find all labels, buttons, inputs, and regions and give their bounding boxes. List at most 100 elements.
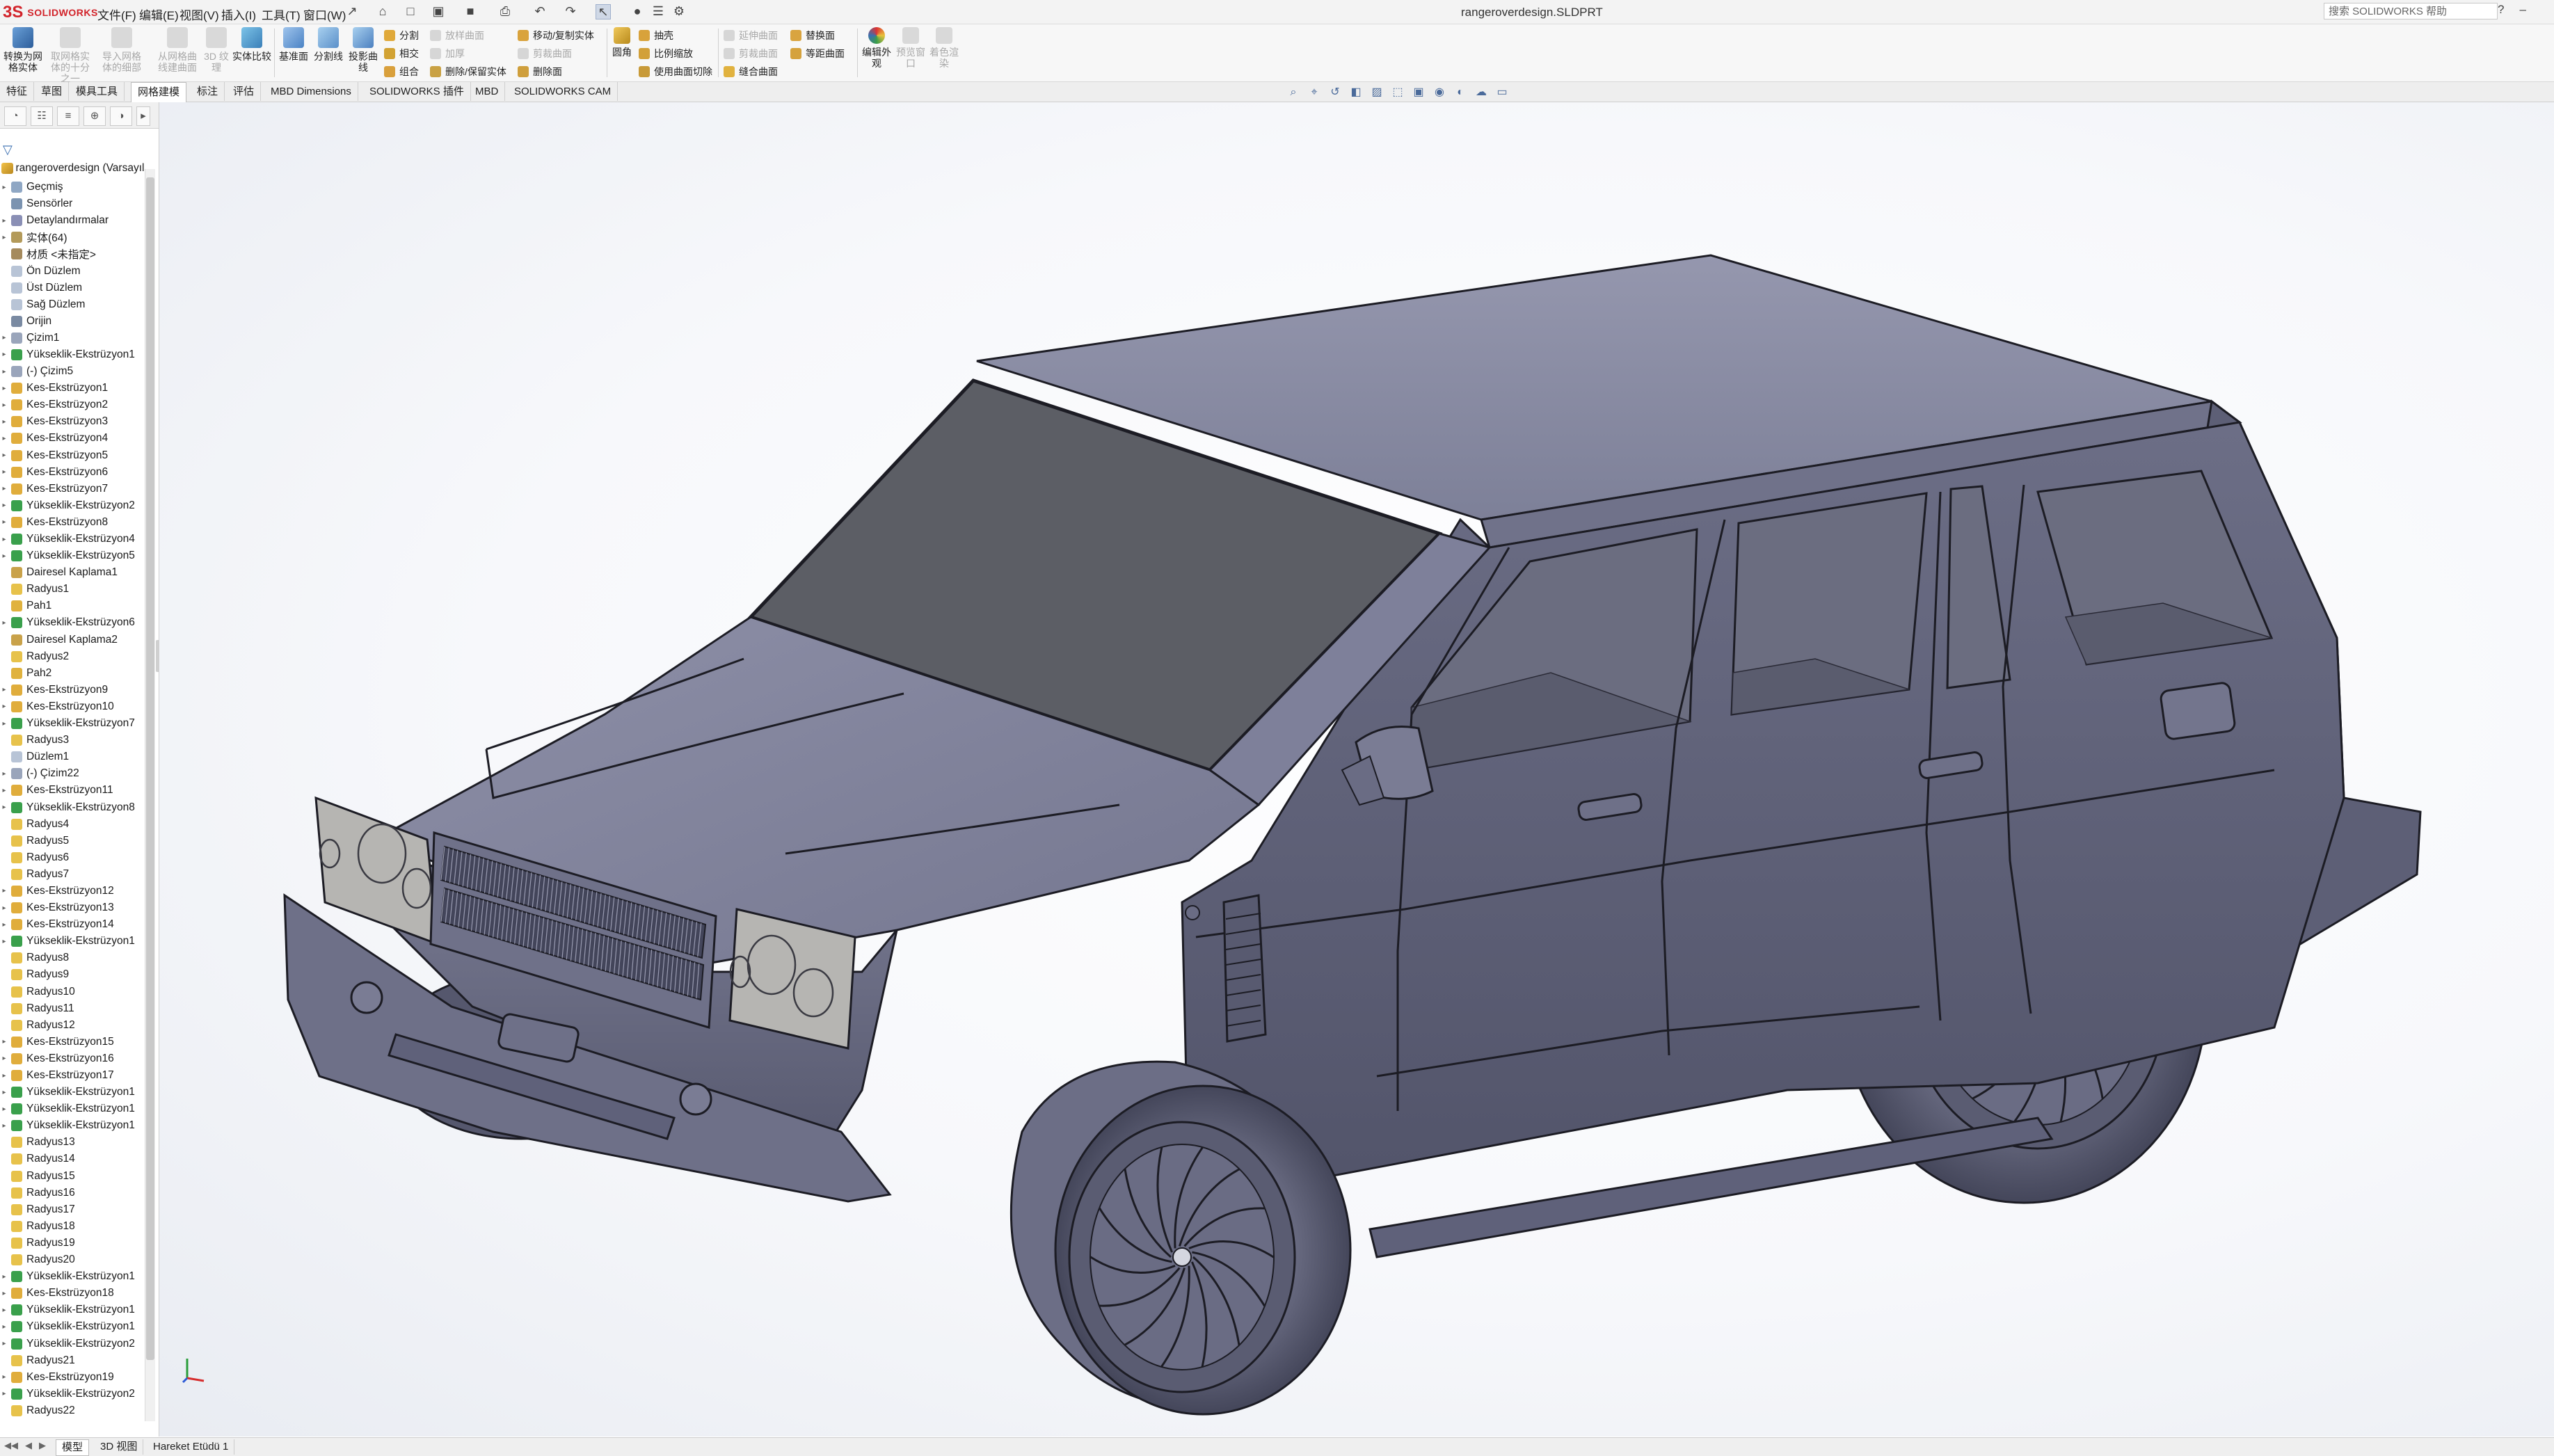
tree-node[interactable]: Radyus1 <box>0 581 147 598</box>
apply-scene-icon[interactable]: ☁ <box>1475 86 1487 99</box>
loft-surface-button[interactable]: 放样曲面 <box>430 29 484 42</box>
offset-surface-button[interactable]: 等距曲面 <box>790 47 845 61</box>
expand-arrow-icon[interactable]: ▸ <box>0 1122 8 1130</box>
tree-node[interactable]: ▸ 实体(64) <box>0 229 147 246</box>
tree-node[interactable]: Pah2 <box>0 665 147 682</box>
expand-arrow-icon[interactable]: ▸ <box>0 1290 8 1297</box>
print-icon[interactable]: ⎙ <box>498 4 512 18</box>
menu-edit[interactable]: 编辑(E) <box>139 6 179 23</box>
render-button[interactable]: 着色渲染 <box>928 27 960 69</box>
tree-node[interactable]: Radyus4 <box>0 816 147 833</box>
help-search-input[interactable]: 搜索 SOLIDWORKS 帮助 <box>2324 3 2498 19</box>
tree-node[interactable]: ▸ Kes-Ekstrüzyon11 <box>0 782 147 799</box>
tree-node[interactable]: ▸ Kes-Ekstrüzyon3 <box>0 413 147 430</box>
expand-arrow-icon[interactable]: ▸ <box>0 938 8 945</box>
tab-features[interactable]: 特征 <box>0 82 35 101</box>
tree-node[interactable]: ▸ (-) Çizim22 <box>0 765 147 782</box>
tree-node[interactable]: ▸ Kes-Ekstrüzyon2 <box>0 397 147 413</box>
expand-arrow-icon[interactable]: ▸ <box>0 334 8 342</box>
replace-face-button[interactable]: 替换面 <box>790 29 835 42</box>
zoom-to-area-icon[interactable]: ⌖ <box>1308 86 1320 99</box>
expand-arrow-icon[interactable]: ▸ <box>0 1038 8 1046</box>
prev-tab-arrow-icon[interactable]: ◀ <box>25 1440 32 1451</box>
tree-node[interactable]: ▸ Kes-Ekstrüzyon8 <box>0 514 147 531</box>
tree-node[interactable]: ▸ Kes-Ekstrüzyon1 <box>0 380 147 397</box>
expand-arrow-icon[interactable]: ▸ <box>0 518 8 526</box>
new-document-icon[interactable]: □ <box>404 4 417 18</box>
tab-mold-tools[interactable]: 模具工具 <box>70 82 125 101</box>
delete-keep-body-button[interactable]: 删除/保留实体 <box>430 65 506 79</box>
tree-node[interactable]: Radyus20 <box>0 1251 147 1268</box>
tab-mbd-dimensions[interactable]: MBD Dimensions <box>264 82 358 101</box>
menu-tools[interactable]: 工具(T) <box>262 6 301 23</box>
expand-arrow-icon[interactable]: ▸ <box>0 720 8 728</box>
rebuild-icon[interactable]: ● <box>630 4 644 18</box>
scale-button[interactable]: 比例缩放 <box>639 47 693 61</box>
tree-node[interactable]: Radyus15 <box>0 1168 147 1185</box>
expand-arrow-icon[interactable]: ▸ <box>0 485 8 493</box>
dynamic-annotation-icon[interactable]: ▨ <box>1371 86 1383 99</box>
expand-arrow-icon[interactable]: ▸ <box>0 502 8 509</box>
expand-arrow-icon[interactable]: ▸ <box>0 552 8 560</box>
expand-arrow-icon[interactable]: ▸ <box>0 536 8 543</box>
tree-node[interactable]: ▸ Kes-Ekstrüzyon14 <box>0 916 147 933</box>
expand-arrow-icon[interactable]: ▸ <box>0 1390 8 1398</box>
expand-arrow-icon[interactable]: ▸ <box>0 1306 8 1314</box>
expand-arrow-icon[interactable]: ▸ <box>0 184 8 191</box>
expand-arrow-icon[interactable]: ▸ <box>0 770 8 778</box>
expand-arrow-icon[interactable]: ▸ <box>0 619 8 627</box>
tree-node[interactable]: ▸ Yükseklik-Ekstrüzyon2 <box>0 1335 147 1352</box>
undo-icon[interactable]: ↶ <box>533 4 547 18</box>
cut-with-surface-button[interactable]: 使用曲面切除 <box>639 65 712 79</box>
tree-node[interactable]: ▸ Yükseklik-Ekstrüzyon8 <box>0 799 147 815</box>
expand-arrow-icon[interactable]: ▸ <box>0 1273 8 1281</box>
expand-arrow-icon[interactable]: ▸ <box>0 686 8 694</box>
expand-arrow-icon[interactable]: ▸ <box>0 217 8 225</box>
surface-from-mesh-button[interactable]: 从网格曲线建曲面 <box>156 27 199 73</box>
tab-solidworks-cam[interactable]: SOLIDWORKS CAM <box>508 82 618 101</box>
projected-curve-button[interactable]: 投影曲线 <box>346 27 380 73</box>
expand-arrow-icon[interactable]: ▸ <box>0 385 8 392</box>
redo-icon[interactable]: ↷ <box>564 4 577 18</box>
tree-node[interactable]: Üst Düzlem <box>0 280 147 296</box>
preview-window-button[interactable]: 预览窗口 <box>895 27 927 69</box>
tree-node[interactable]: Radyus21 <box>0 1352 147 1369</box>
tree-node[interactable]: ▸ Kes-Ekstrüzyon19 <box>0 1369 147 1386</box>
select-cursor-icon[interactable]: ↖ <box>596 4 611 19</box>
file-properties-icon[interactable]: ☰ <box>651 4 665 18</box>
scrollbar-thumb[interactable] <box>146 177 154 1360</box>
tree-node[interactable]: ▸ Yükseklik-Ekstrüzyon1 <box>0 1318 147 1335</box>
fillet-button[interactable]: 圆角 <box>608 27 636 58</box>
dimxpert-tab-icon[interactable]: ⊕ <box>83 106 106 126</box>
tab-model[interactable]: 模型 <box>56 1439 90 1456</box>
tree-node[interactable]: Ön Düzlem <box>0 262 147 279</box>
hide-show-items-icon[interactable]: ◉ <box>1433 86 1446 99</box>
expand-arrow-icon[interactable]: ▸ <box>0 1373 8 1381</box>
tree-node[interactable]: Radyus11 <box>0 1000 147 1017</box>
expand-arrow-icon[interactable]: ▸ <box>0 1072 8 1080</box>
tree-node[interactable]: ▸ Yükseklik-Ekstrüzyon1 <box>0 346 147 363</box>
tab-solidworks-addins[interactable]: SOLIDWORKS 插件 <box>363 82 471 101</box>
tree-node[interactable]: Orijin <box>0 313 147 330</box>
tree-node[interactable]: ▸ Kes-Ekstrüzyon4 <box>0 430 147 447</box>
import-mesh-detail-button[interactable]: 导入网格体的细部 <box>100 27 143 73</box>
property-manager-tab-icon[interactable]: ☷ <box>31 106 53 126</box>
expand-arrow-icon[interactable]: ▸ <box>0 703 8 710</box>
tree-node[interactable]: ▸ Yükseklik-Ekstrüzyon5 <box>0 547 147 564</box>
tab-sketch[interactable]: 草图 <box>35 82 70 101</box>
expand-arrow-icon[interactable]: ▸ <box>0 921 8 929</box>
tree-node[interactable]: ▸ Kes-Ekstrüzyon18 <box>0 1285 147 1302</box>
expand-arrow-icon[interactable]: ▸ <box>0 1340 8 1347</box>
tree-node[interactable]: Sağ Düzlem <box>0 296 147 313</box>
expand-arrow-icon[interactable]: ▸ <box>0 351 8 358</box>
menu-file[interactable]: 文件(F) <box>97 6 136 23</box>
expand-arrow-icon[interactable]: ▸ <box>0 1089 8 1096</box>
tree-node[interactable]: ▸ Yükseklik-Ekstrüzyon1 <box>0 1101 147 1117</box>
tree-node[interactable]: ▸ Kes-Ekstrüzyon17 <box>0 1067 147 1084</box>
tree-scrollbar[interactable] <box>145 169 155 1421</box>
section-view-icon[interactable]: ◧ <box>1350 86 1362 99</box>
view-settings-icon[interactable]: ▭ <box>1496 86 1508 99</box>
tree-node[interactable]: Radyus12 <box>0 1017 147 1034</box>
tree-node[interactable]: ▸ Yükseklik-Ekstrüzyon6 <box>0 614 147 631</box>
combine-button[interactable]: 组合 <box>384 65 419 79</box>
